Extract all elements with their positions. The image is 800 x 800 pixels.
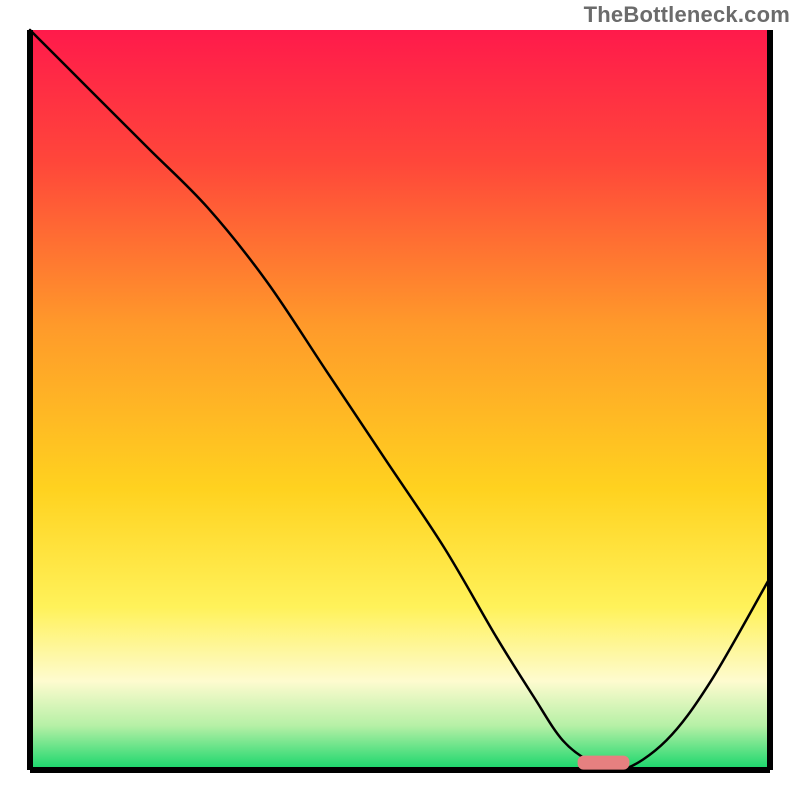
watermark-text: TheBottleneck.com (584, 2, 790, 28)
chart-container: TheBottleneck.com (0, 0, 800, 800)
bottleneck-chart (0, 0, 800, 800)
optimal-range-marker (578, 756, 630, 770)
